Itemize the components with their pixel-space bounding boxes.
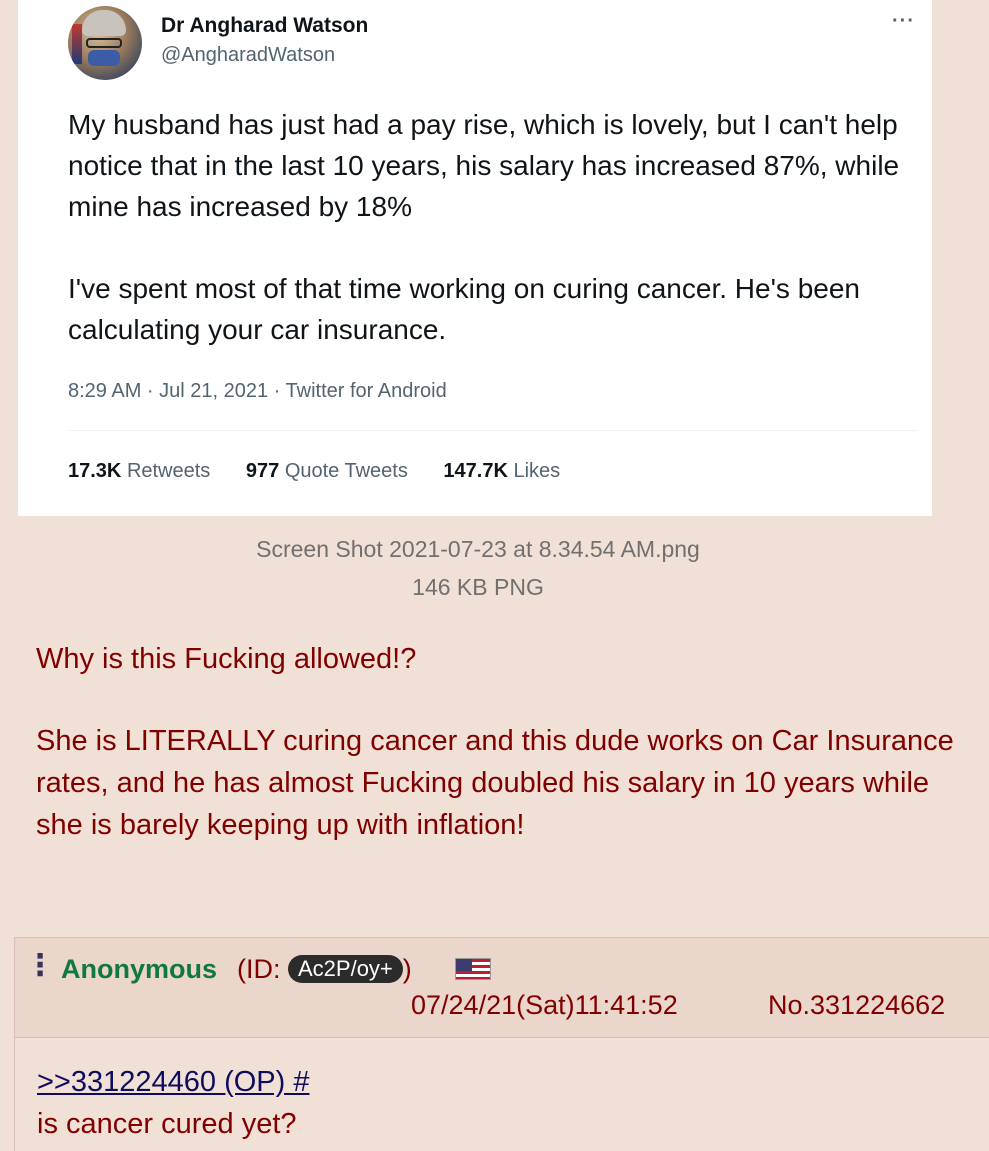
more-horizontal-icon[interactable]: ··· [892, 10, 915, 33]
poster-id-prefix: (ID: [237, 954, 288, 984]
tweet-text: My husband has just had a pay rise, whic… [68, 104, 908, 350]
avatar[interactable] [68, 6, 142, 80]
likes-stat[interactable]: 147.7K Likes [443, 460, 560, 482]
file-info: Screen Shot 2021-07-23 at 8.34.54 AM.png… [0, 530, 956, 606]
reply-post: ⋮ Anonymous (ID: Ac2P/oy+) 07/24/21(Sat)… [14, 937, 989, 1151]
quote-link[interactable]: >>331224460 (OP) # [37, 1066, 309, 1099]
poster-id-wrap: (ID: Ac2P/oy+) [237, 954, 412, 985]
tweet-stats: 17.3K Retweets 977 Quote Tweets 147.7K L… [68, 460, 590, 483]
poster-id[interactable]: Ac2P/oy+ [288, 955, 403, 983]
post-datetime: 07/24/21(Sat)11:41:52 [411, 990, 678, 1020]
file-size: 146 KB PNG [412, 574, 544, 600]
avatar-glasses [86, 38, 122, 48]
tweet-paragraph: I've spent most of that time working on … [68, 273, 860, 345]
divider [68, 430, 918, 431]
tweet-card: Dr Angharad Watson @AngharadWatson ··· M… [18, 0, 932, 516]
quote-tweets-label: Quote Tweets [284, 460, 408, 482]
tweet-paragraph: My husband has just had a pay rise, whic… [68, 109, 900, 222]
vertical-dots-icon[interactable]: ⋮ [25, 951, 55, 981]
retweets-count: 17.3K [68, 460, 122, 482]
us-flag-icon [455, 958, 491, 980]
avatar-flag [72, 24, 82, 64]
likes-count: 147.7K [443, 460, 508, 482]
poster-name: Anonymous [61, 954, 218, 984]
post-number[interactable]: No.331224662 [768, 990, 945, 1021]
file-name[interactable]: Screen Shot 2021-07-23 at 8.34.54 AM.png [0, 530, 956, 568]
quote-tweets-count: 977 [245, 460, 280, 482]
tweet-timestamp[interactable]: 8:29 AM · Jul 21, 2021 · Twitter for And… [68, 380, 447, 403]
reply-header: ⋮ Anonymous (ID: Ac2P/oy+) 07/24/21(Sat)… [15, 938, 989, 1038]
user-handle[interactable]: @AngharadWatson [161, 44, 335, 67]
avatar-hat [82, 10, 126, 36]
quote-tweets-stat[interactable]: 977 Quote Tweets [246, 460, 408, 482]
retweets-label: Retweets [126, 460, 211, 482]
op-paragraph: She is LITERALLY curing cancer and this … [36, 725, 954, 841]
avatar-mask [88, 50, 120, 66]
display-name[interactable]: Dr Angharad Watson [161, 14, 368, 38]
op-paragraph: Why is this Fucking allowed!? [36, 643, 417, 675]
op-comment: Why is this Fucking allowed!? She is LIT… [36, 638, 956, 846]
reply-text: is cancer cured yet? [37, 1108, 297, 1140]
retweets-stat[interactable]: 17.3K Retweets [68, 460, 210, 482]
likes-label: Likes [513, 460, 561, 482]
poster-id-suffix: ) [402, 954, 412, 984]
